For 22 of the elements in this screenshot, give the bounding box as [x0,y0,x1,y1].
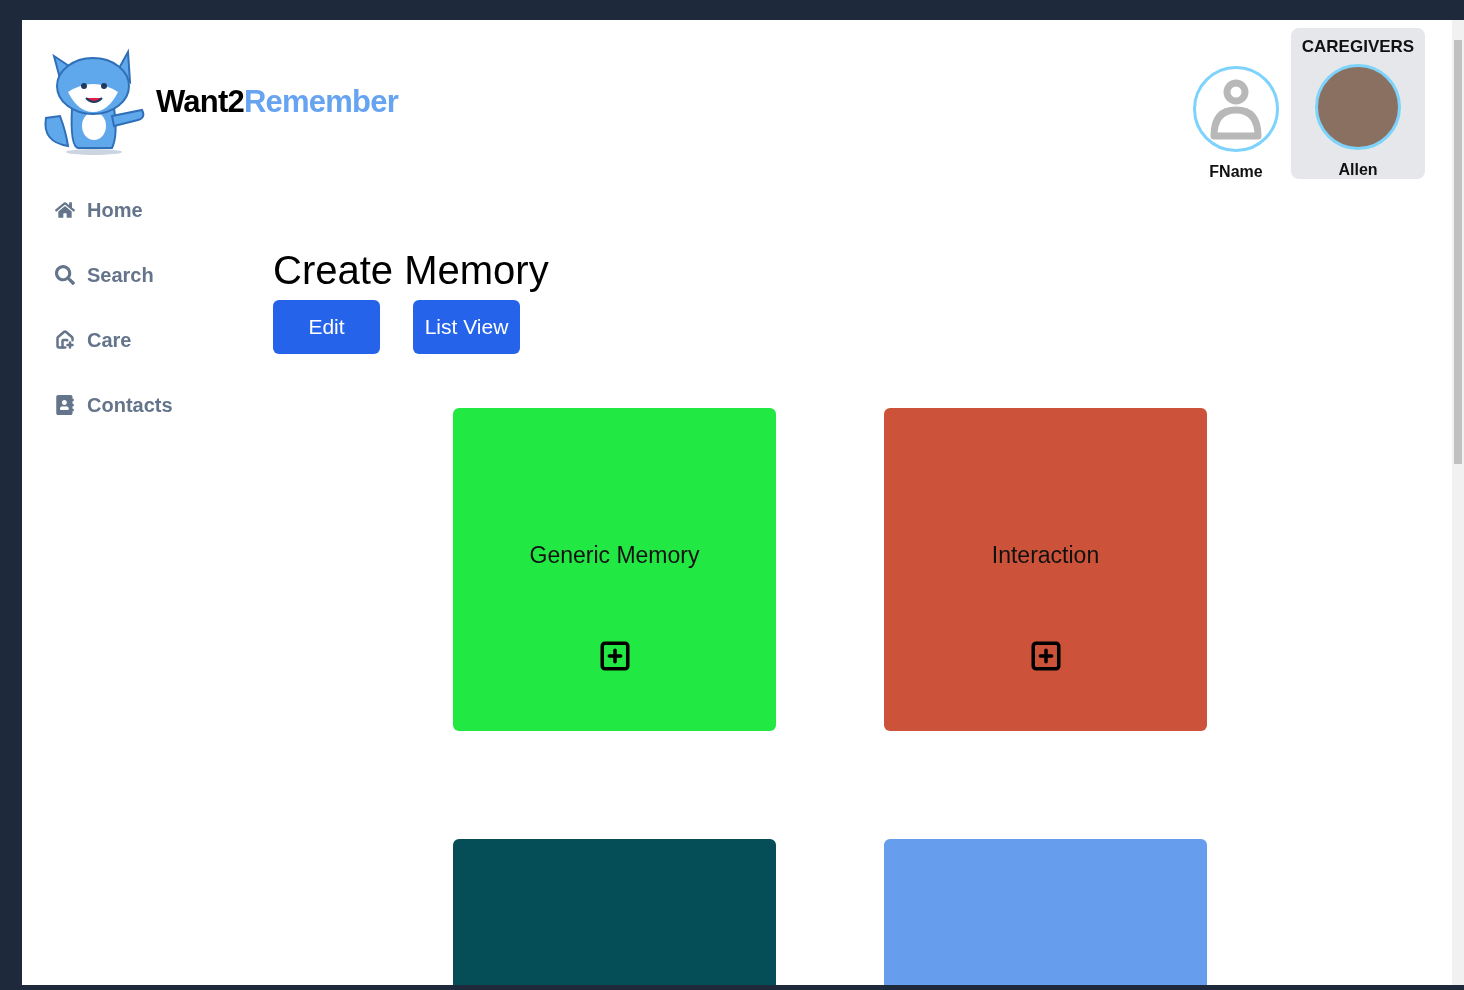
nav-link[interactable]: Care [55,327,273,353]
brand-logo-text: Want2Remember [156,82,399,121]
caregivers-heading: CAREGIVERS [1301,36,1415,58]
house-plus-icon [55,330,75,350]
person-silhouette-icon [1210,78,1262,140]
page-title: Create Memory [273,247,550,294]
memory-card[interactable]: Generic Memory [453,408,776,731]
action-button[interactable]: List View [413,300,520,354]
address-book-icon [55,395,75,415]
card-title: Generic Memory [529,541,700,570]
nav-link[interactable]: Search [55,262,273,288]
scrollbar[interactable] [1452,20,1464,985]
action-button[interactable]: Edit [273,300,380,354]
add-icon[interactable] [597,638,632,673]
profile-name: FName [1209,162,1263,182]
search-icon [55,265,75,285]
home-icon [55,200,75,220]
nav-link[interactable]: Home [55,197,273,223]
nav-link[interactable]: Contacts [55,392,273,418]
caregiver-name: Allen [1338,159,1378,180]
memory-card[interactable]: Interaction [884,408,1207,731]
card-title: Interaction [991,541,1100,570]
